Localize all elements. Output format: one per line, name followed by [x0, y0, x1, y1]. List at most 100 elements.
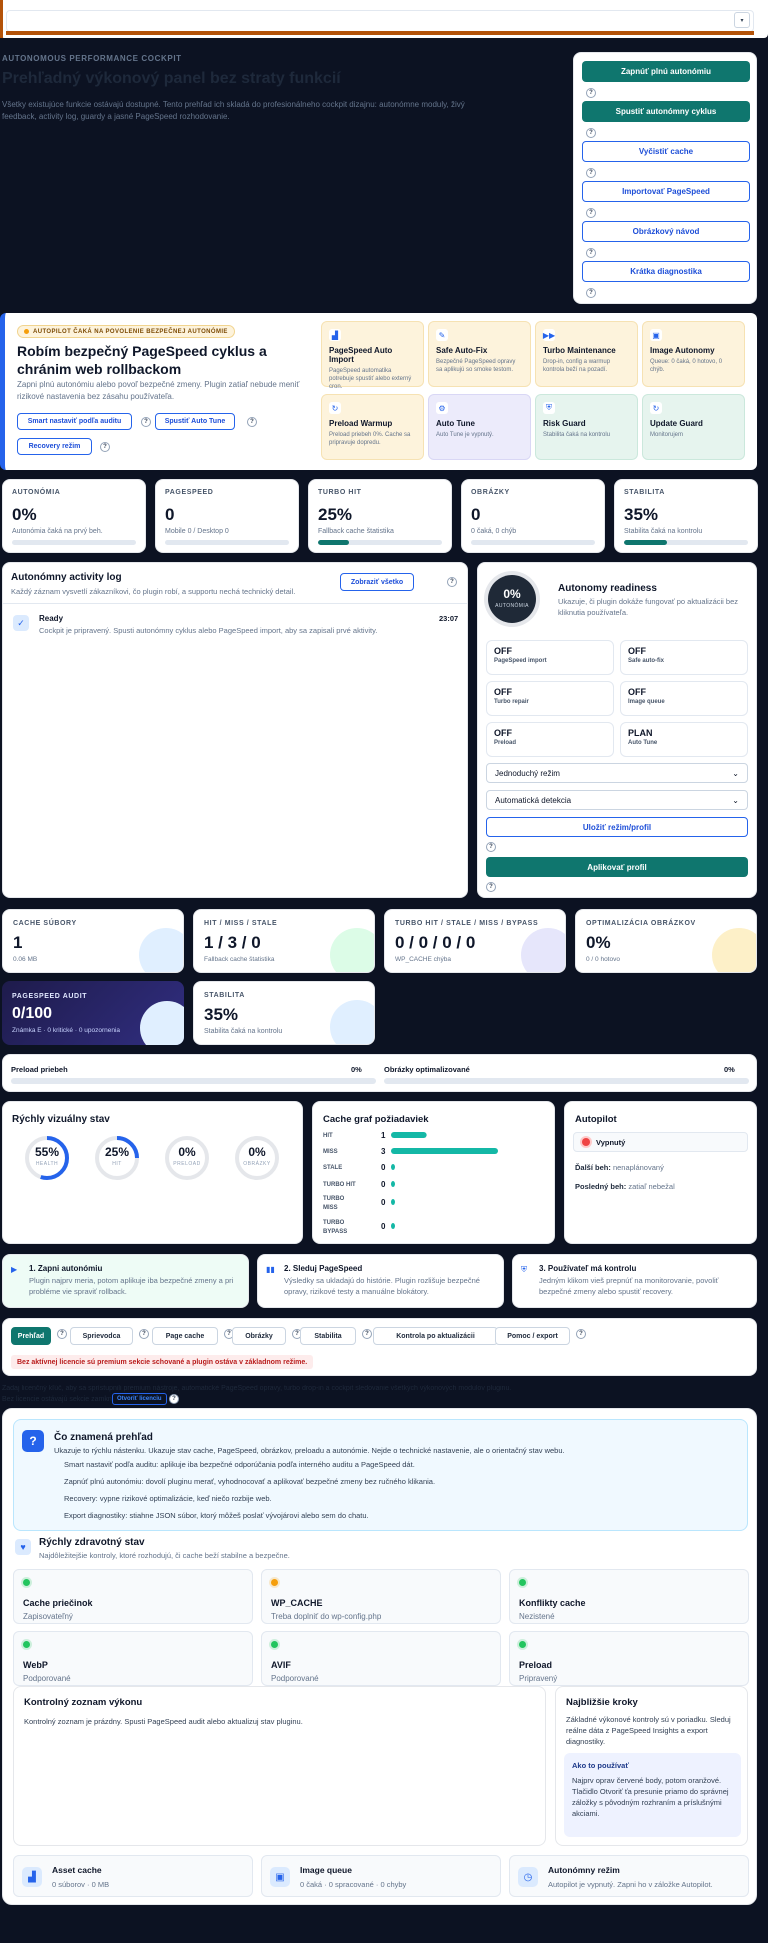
- readiness-ring: 0% AUTONÓMIA: [488, 575, 536, 623]
- import-pagespeed-button[interactable]: Importovať PageSpeed: [582, 181, 750, 202]
- readiness-item-label: PageSpeed import: [494, 658, 547, 664]
- cockpit-kicker: AUTONOMOUS PERFORMANCE COCKPIT: [2, 54, 182, 63]
- tab-2[interactable]: Page cache: [152, 1327, 218, 1345]
- recovery-button[interactable]: Recovery režim: [17, 438, 92, 455]
- hero-section: AUTOPILOT ČAKÁ NA POVOLENIE BEZPEČNEJ AU…: [0, 313, 757, 470]
- auto-tune-button[interactable]: Spustiť Auto Tune: [155, 413, 235, 430]
- tab-1[interactable]: Sprievodca: [70, 1327, 133, 1345]
- smart-audit-button[interactable]: Smart nastaviť podľa auditu: [17, 413, 132, 430]
- autopilot-last-value: zatiaľ nebežal: [628, 1182, 675, 1191]
- clear-cache-button[interactable]: Vyčistiť cache: [582, 141, 750, 162]
- help-icon[interactable]: ?: [139, 1329, 149, 1339]
- activity-title: Autonómny activity log: [11, 572, 122, 583]
- tab-3[interactable]: Obrázky: [232, 1327, 286, 1345]
- status-ring: 55% HEALTH: [23, 1134, 71, 1182]
- module-desc: Auto Tune je vypnutý.: [436, 432, 494, 438]
- module-tile[interactable]: ▣ Image Autonomy Queue: 0 čaká, 0 hotovo, …: [642, 321, 745, 387]
- module-tile[interactable]: ✎ Safe Auto-Fix Bezpečné PageSpeed opravy …: [428, 321, 531, 387]
- help-icon[interactable]: ?: [586, 128, 596, 138]
- overview-item: Smart nastaviť podľa auditu: aplikuje ib…: [64, 1460, 415, 1469]
- module-tile[interactable]: ↻ Preload Warmup Preload priebeh 0%. Cache…: [321, 394, 424, 460]
- module-tile[interactable]: ⛨ Risk Guard Stabilita čaká na kontrolu: [535, 394, 638, 460]
- chart-value-label: 3: [381, 1147, 386, 1156]
- module-title: Update Guard: [650, 419, 703, 428]
- readiness-item-value: OFF: [494, 728, 512, 738]
- autopilot-next-value: nenaplánovaný: [612, 1163, 664, 1172]
- shield-icon: ⛨: [543, 402, 555, 414]
- module-tile[interactable]: ↻ Update Guard Monitorujem: [642, 394, 745, 460]
- help-icon[interactable]: ?: [586, 208, 596, 218]
- kpi-progress-fill: [318, 540, 349, 545]
- tab-4[interactable]: Stabilita: [300, 1327, 356, 1345]
- health-name: WP_CACHE: [271, 1598, 323, 1608]
- chart-value-label: 0: [381, 1180, 386, 1189]
- help-icon[interactable]: ?: [362, 1329, 372, 1339]
- tabs-card: Prehľad? Sprievodca? Page cache? Obrázky? St…: [2, 1318, 757, 1376]
- help-icon[interactable]: ?: [169, 1394, 179, 1404]
- hero-badge: AUTOPILOT ČAKÁ NA POVOLENIE BEZPEČNEJ AU…: [17, 325, 235, 338]
- tab-6[interactable]: Pomoc / export: [495, 1327, 570, 1345]
- show-all-button[interactable]: Zobraziť všetko: [340, 573, 414, 591]
- module-tile[interactable]: ⚙ Auto Tune Auto Tune je vypnutý.: [428, 394, 531, 460]
- image-icon: ▣: [270, 1867, 290, 1887]
- enable-autonomy-button[interactable]: Zapnúť plnú autonómiu: [582, 61, 750, 82]
- stability-label: STABILITA: [204, 992, 245, 999]
- kpi-progress-bar: [12, 540, 136, 545]
- help-icon[interactable]: ?: [486, 842, 496, 852]
- help-icon[interactable]: ?: [586, 288, 596, 298]
- save-profile-button[interactable]: Uložiť režim/profil: [486, 817, 748, 837]
- image-guide-button[interactable]: Obrázkový návod: [582, 221, 750, 242]
- readiness-item-value: OFF: [494, 646, 512, 656]
- module-tile[interactable]: ▶▶ Turbo Maintenance Drop-in, config a war…: [535, 321, 638, 387]
- readiness-item-value: OFF: [494, 687, 512, 697]
- tab-0[interactable]: Prehľad: [11, 1327, 51, 1345]
- readiness-value: 0%: [503, 587, 521, 601]
- help-icon[interactable]: ?: [247, 417, 257, 427]
- detect-select[interactable]: Automatická detekcia ⌄: [486, 790, 748, 810]
- kpi-sub: Stabilita čaká na kontrolu: [624, 528, 703, 535]
- health-status: Pripravený: [519, 1674, 558, 1683]
- bottom-card: ▣ Image queue 0 čaká · 0 spracované · 0 ch…: [261, 1855, 501, 1897]
- help-icon[interactable]: ?: [586, 248, 596, 258]
- checklist-title: Kontrolný zoznam výkonu: [24, 1697, 143, 1708]
- step-text: Plugin najprv meria, potom aplikuje iba …: [29, 1276, 234, 1296]
- ring-label: OBRÁZKY: [243, 1161, 271, 1167]
- activity-log: Autonómny activity log Každý záznam vysv…: [2, 562, 468, 898]
- module-tile[interactable]: ▟ PageSpeed Auto Import PageSpeed automati…: [321, 321, 424, 390]
- help-icon[interactable]: ?: [576, 1329, 586, 1339]
- clock-icon: ◷: [518, 1867, 538, 1887]
- overview-text: Ukazuje to rýchlu nástenku. Ukazuje stav…: [54, 1446, 565, 1455]
- health-status: Podporované: [23, 1674, 71, 1683]
- help-icon[interactable]: ?: [447, 577, 457, 587]
- bottom-text: Autopilot je vypnutý. Zapni ho v záložke…: [548, 1880, 713, 1889]
- kpi-progress-bar: [624, 540, 748, 545]
- help-icon[interactable]: ?: [586, 168, 596, 178]
- run-cycle-button[interactable]: Spustiť autonómny cyklus: [582, 101, 750, 122]
- mode-select[interactable]: Jednoduchý režim ⌄: [486, 763, 748, 783]
- collapse-toggle[interactable]: ▾: [734, 12, 750, 28]
- chart-bar: [391, 1223, 395, 1229]
- chart-category-label: MISS: [323, 1149, 338, 1155]
- tab-5[interactable]: Kontrola po aktualizácii: [373, 1327, 498, 1345]
- kpi-progress-bar: [165, 540, 289, 545]
- hero-badge-text: AUTOPILOT ČAKÁ NA POVOLENIE BEZPEČNEJ AU…: [33, 328, 228, 335]
- activity-entry-time: 23:07: [439, 614, 459, 623]
- help-icon[interactable]: ?: [100, 442, 110, 452]
- module-desc: Preload priebeh 0%. Cache sa pripravuje …: [329, 432, 411, 447]
- help-icon[interactable]: ?: [141, 417, 151, 427]
- kpi-progress-fill: [624, 540, 668, 545]
- help-icon[interactable]: ?: [486, 882, 496, 892]
- quick-diagnostics-button[interactable]: Krátka diagnostika: [582, 261, 750, 282]
- readiness-item: OFF Preload: [486, 722, 614, 757]
- status-dot: [271, 1641, 278, 1648]
- overview-item: Zapnúť plnú autonómiu: dovolí pluginu me…: [64, 1477, 436, 1486]
- mode-select-value: Jednoduchý režim: [495, 768, 560, 778]
- apply-profile-button[interactable]: Aplikovať profil: [486, 857, 748, 877]
- help-icon[interactable]: ?: [586, 88, 596, 98]
- help-icon[interactable]: ?: [57, 1329, 67, 1339]
- module-title: Image Autonomy: [650, 346, 715, 355]
- open-license-button[interactable]: Otvoriť licenciu: [112, 1393, 167, 1405]
- step-card: ⛨ 3. Používateľ má kontrolu Jedným klikom …: [512, 1254, 757, 1308]
- autopilot-title: Autopilot: [575, 1114, 617, 1125]
- audit-sub: Známka E · 0 kritické · 0 upozornenia: [12, 1027, 121, 1034]
